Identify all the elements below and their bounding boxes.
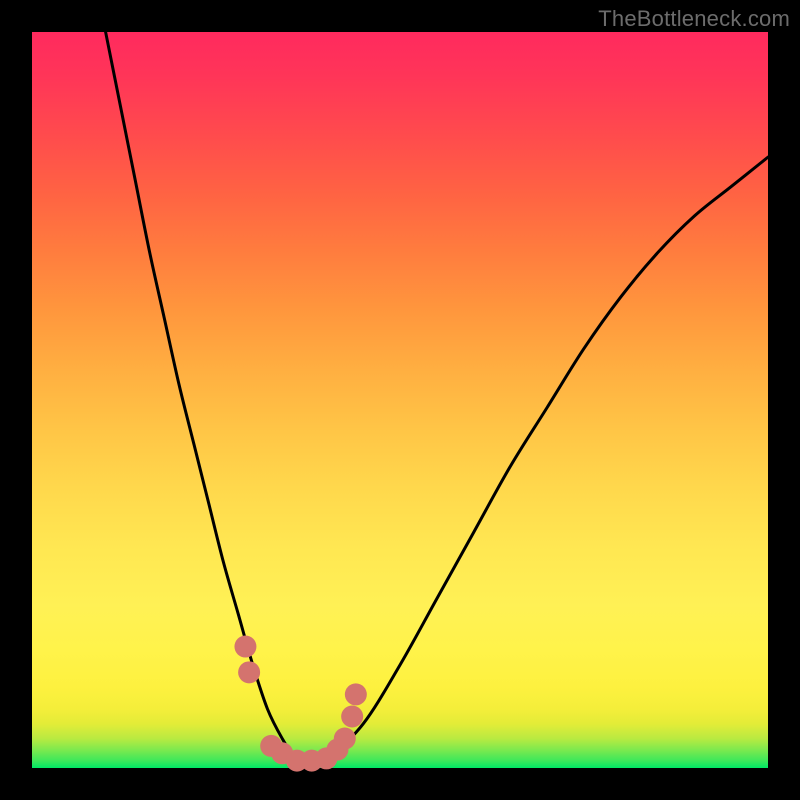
bottleneck-curve [106, 32, 768, 768]
curve-svg [32, 32, 768, 768]
watermark-text: TheBottleneck.com [598, 6, 790, 32]
highlight-marker [345, 683, 367, 705]
plot-area [32, 32, 768, 768]
highlight-marker [238, 661, 260, 683]
highlight-marker [234, 636, 256, 658]
highlight-markers [234, 636, 366, 772]
bottleneck-curve-path [106, 32, 768, 768]
chart-frame: TheBottleneck.com [0, 0, 800, 800]
highlight-marker [334, 728, 356, 750]
highlight-marker [341, 705, 363, 727]
